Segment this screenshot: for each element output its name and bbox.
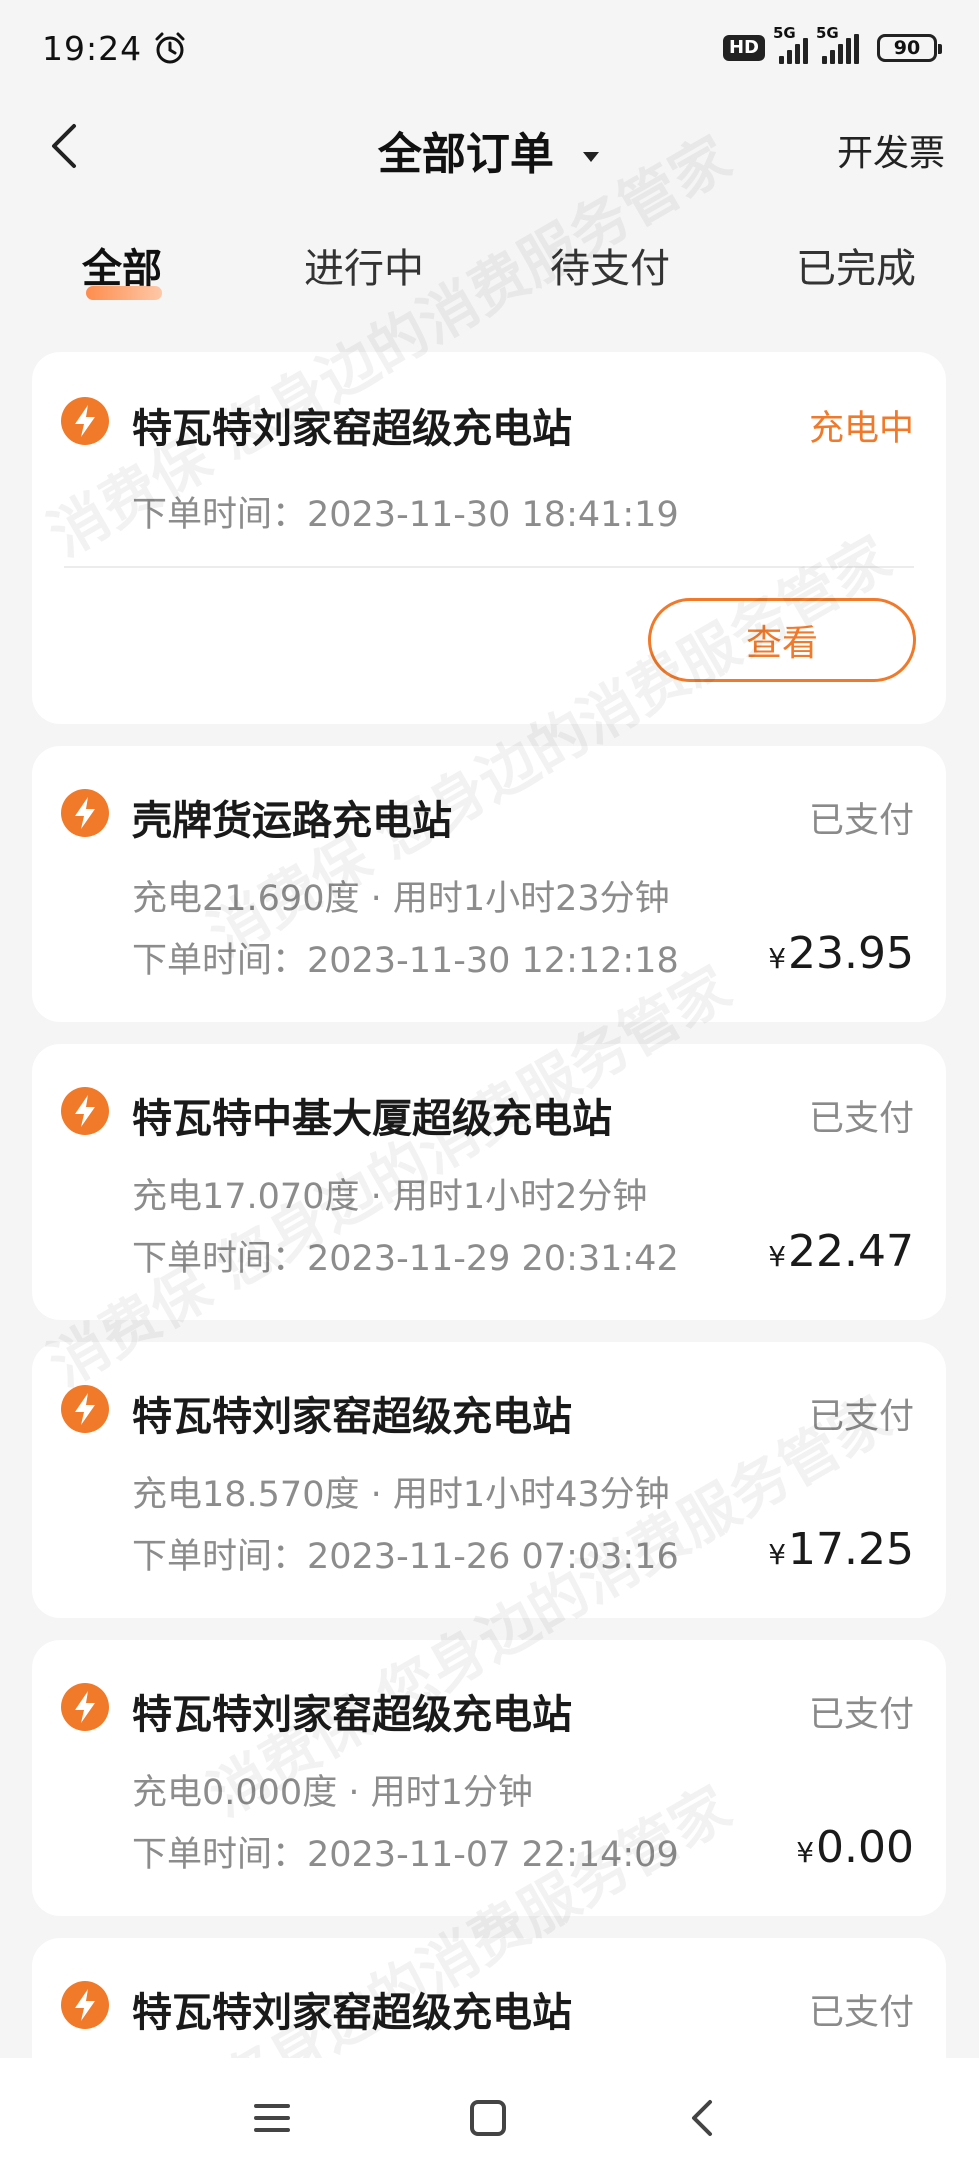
tab-completed[interactable]: 已完成 (796, 236, 916, 294)
caret-down-icon (583, 152, 600, 162)
menu-icon[interactable] (248, 2094, 296, 2142)
signal-strength-icon: 5G (773, 24, 808, 64)
status-bar: 19:24 HD 5G 5G 90 (0, 0, 979, 96)
currency-symbol: ¥ (796, 1836, 815, 1869)
lightning-bolt-icon (61, 1683, 109, 1731)
battery-icon: 90 (877, 34, 942, 62)
order-card[interactable]: 特瓦特刘家窑超级充电站 已支付 充电0.000度 · 用时1分钟 下单时间：20… (32, 1640, 946, 1916)
order-status: 已支付 (808, 1099, 914, 1139)
order-time: 下单时间：2023-11-30 12:12:18 (132, 941, 679, 981)
signal-strength-icon-2: 5G (816, 24, 859, 64)
station-name: 特瓦特刘家窑超级充电站 (132, 1394, 572, 1440)
order-card[interactable]: 特瓦特刘家窑超级充电站 充电中 下单时间：2023-11-30 18:41:19… (32, 352, 946, 724)
order-filter-dropdown[interactable]: 全部订单 (0, 118, 979, 182)
station-name: 特瓦特刘家窑超级充电站 (132, 406, 572, 452)
station-name: 特瓦特刘家窑超级充电站 (132, 1692, 572, 1738)
order-status: 已支付 (808, 1993, 914, 2033)
order-card[interactable]: 特瓦特中基大厦超级充电站 已支付 充电17.070度 · 用时1小时2分钟 下单… (32, 1044, 946, 1320)
charge-detail: 充电21.690度 · 用时1小时23分钟 (132, 879, 670, 919)
view-order-button[interactable]: 查看 (648, 598, 916, 682)
charge-detail: 充电18.570度 · 用时1小时43分钟 (132, 1475, 670, 1515)
order-amount: ¥23.95 (768, 928, 914, 979)
hd-voice-badge: HD (722, 35, 765, 61)
station-name: 特瓦特刘家窑超级充电站 (132, 1990, 572, 2036)
page-title: 全部订单 (377, 129, 554, 180)
card-divider (64, 566, 914, 568)
network-type-label: 5G (773, 24, 796, 42)
currency-symbol: ¥ (768, 1538, 787, 1571)
status-time: 19:24 (42, 28, 143, 68)
currency-symbol: ¥ (768, 1240, 787, 1273)
lightning-bolt-icon (61, 1385, 109, 1433)
battery-level: 90 (893, 37, 921, 59)
amount-value: 0.00 (816, 1822, 914, 1873)
order-status: 充电中 (808, 409, 914, 449)
lightning-bolt-icon (61, 1981, 109, 2029)
nav-back-icon[interactable] (678, 2094, 726, 2142)
order-status-tabs: 全部 进行中 待支付 已完成 (0, 236, 979, 306)
order-list-screen: 19:24 HD 5G 5G 90 全部订单 开发票 全部 进行中 待支付 已完… (0, 0, 979, 2176)
station-name: 壳牌货运路充电站 (132, 798, 452, 844)
lightning-bolt-icon (61, 1087, 109, 1135)
alarm-clock-icon (155, 32, 185, 64)
issue-invoice-button[interactable]: 开发票 (837, 124, 945, 176)
order-status: 已支付 (808, 1695, 914, 1735)
network-type-label-2: 5G (816, 24, 839, 42)
currency-symbol: ¥ (768, 942, 787, 975)
station-name: 特瓦特中基大厦超级充电站 (132, 1096, 612, 1142)
lightning-bolt-icon (61, 397, 109, 445)
order-card[interactable]: 壳牌货运路充电站 已支付 充电21.690度 · 用时1小时23分钟 下单时间：… (32, 746, 946, 1022)
order-status: 已支付 (808, 1397, 914, 1437)
order-time: 下单时间：2023-11-07 22:14:09 (132, 1835, 679, 1875)
charge-detail: 充电0.000度 · 用时1分钟 (132, 1773, 533, 1813)
tab-pending-payment[interactable]: 待支付 (550, 236, 670, 294)
home-square-icon[interactable] (464, 2094, 512, 2142)
order-status: 已支付 (808, 801, 914, 841)
charge-detail: 充电17.070度 · 用时1小时2分钟 (132, 1177, 648, 1217)
order-time: 下单时间：2023-11-26 07:03:16 (132, 1537, 679, 1577)
order-time: 下单时间：2023-11-29 20:31:42 (132, 1239, 679, 1279)
tab-in-progress[interactable]: 进行中 (304, 236, 424, 294)
order-amount: ¥0.00 (796, 1822, 914, 1873)
tab-all[interactable]: 全部 (82, 236, 162, 294)
app-header: 全部订单 开发票 (0, 96, 979, 196)
view-order-label: 查看 (745, 623, 818, 664)
order-amount: ¥22.47 (768, 1226, 914, 1277)
order-time: 下单时间：2023-11-30 18:41:19 (132, 495, 679, 535)
amount-value: 17.25 (788, 1524, 914, 1575)
lightning-bolt-icon (61, 789, 109, 837)
system-navigation-bar (0, 2058, 979, 2176)
amount-value: 22.47 (788, 1226, 914, 1277)
order-card[interactable]: 特瓦特刘家窑超级充电站 已支付 充电18.570度 · 用时1小时43分钟 下单… (32, 1342, 946, 1618)
order-amount: ¥17.25 (768, 1524, 914, 1575)
status-indicators: HD 5G 5G 90 (722, 24, 942, 64)
amount-value: 23.95 (788, 928, 914, 979)
